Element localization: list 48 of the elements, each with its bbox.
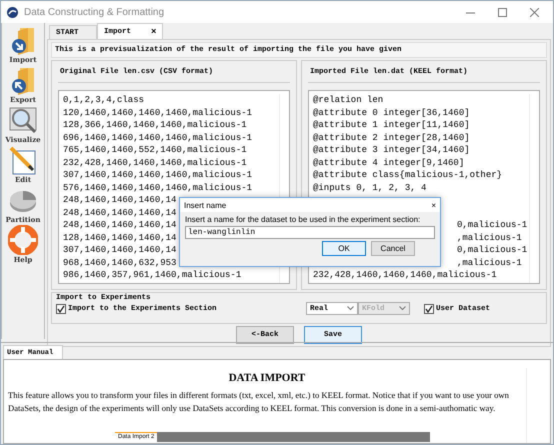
text-line: 120,1460,1460,1460,1460,malicious-1 — [63, 108, 252, 118]
close-icon[interactable]: × — [151, 26, 156, 36]
text-line: 307,1460,1460,1460,1460,malicious-1 — [63, 170, 252, 180]
text-line: 128,366,1460,1460,1460,malicious-1 — [63, 120, 247, 130]
text-line: @inputs 0, 1, 2, 3, 4 — [313, 182, 426, 192]
text-line: ,malicious-1 — [457, 258, 522, 268]
text-line: 968,1460,1460,632,953 — [63, 258, 176, 268]
dialog-message: Insert a name for the dataset to be used in the experiment section: — [185, 215, 422, 224]
text-line: 0,malicious-1 — [457, 245, 528, 255]
text-line: 986,1460,357,961,1460,malicious-1 — [63, 270, 242, 280]
text-line: 232,428,1460,1460,1460,malicious-1 — [63, 158, 247, 168]
text-line: @attribute 3 integer[34,1460] — [313, 145, 470, 155]
text-line: 307,1460,1460,1460,14 — [63, 245, 176, 255]
close-icon[interactable]: × — [431, 200, 436, 210]
text-line: @attribute 1 integer[11,1460] — [313, 120, 470, 130]
maximize-icon[interactable] — [498, 8, 506, 16]
text-line: @attribute 0 integer[36,1460] — [313, 108, 470, 118]
text-line: 696,1460,1460,1460,1460,malicious-1 — [63, 132, 252, 142]
magnifier-icon — [8, 105, 38, 135]
text-line: 248,1460,1460,1460,14 — [63, 208, 176, 218]
text-line: 576,1460,1460,1460,1460,malicious-1 — [63, 182, 252, 192]
lifebuoy-icon — [8, 225, 38, 255]
text-line: @attribute class{malicious-1,other} — [313, 170, 502, 180]
app-logo-icon — [7, 6, 18, 18]
text-line: @relation len — [313, 95, 384, 105]
pencil-notepad-icon — [8, 145, 38, 175]
chevron-down-icon — [347, 306, 354, 311]
button[interactable]: Cancel — [371, 241, 415, 256]
close-icon[interactable] — [530, 8, 538, 16]
dialog-title: Insert name — [184, 200, 226, 210]
chevron-down-icon — [399, 306, 406, 311]
button[interactable]: OK — [322, 241, 366, 256]
text-line: @attribute 2 integer[28,1460] — [313, 132, 470, 142]
text-line: ,malicious-1 — [457, 232, 522, 242]
text-line: 232,428,1460,1460,1460,malicious-1 — [313, 270, 497, 280]
heading: DATA IMPORT — [228, 372, 306, 384]
text-line: 0,malicious-1 — [457, 220, 528, 230]
paragraph: This feature allows you to transform your files in different formats (txt, excel, xml, etc.) to KEEL format. Notice that if you want to use your own DataSets, the design of the experiments will only use DataSets according to KEEL format. This conversion is done in a semi-authomatic way. — [8, 389, 510, 415]
input-field[interactable]: len-wanglinlin — [185, 226, 435, 239]
text-line: 128,1460,1460,1460,14 — [63, 232, 176, 242]
text-line: 248,1460,1460,1460,14 — [63, 220, 176, 230]
text-line: @attribute 4 integer[9,1460] — [313, 158, 464, 168]
text-line: 765,1460,1460,552,1460,malicious-1 — [63, 145, 247, 155]
text-line: 0,1,2,3,4,class — [63, 95, 144, 105]
window-title: Data Constructing & Formatting — [24, 6, 166, 18]
text-line: 248,1460,1460,1460,14 — [63, 195, 176, 205]
checkbox[interactable] — [424, 304, 434, 314]
checkbox[interactable] — [56, 304, 66, 314]
